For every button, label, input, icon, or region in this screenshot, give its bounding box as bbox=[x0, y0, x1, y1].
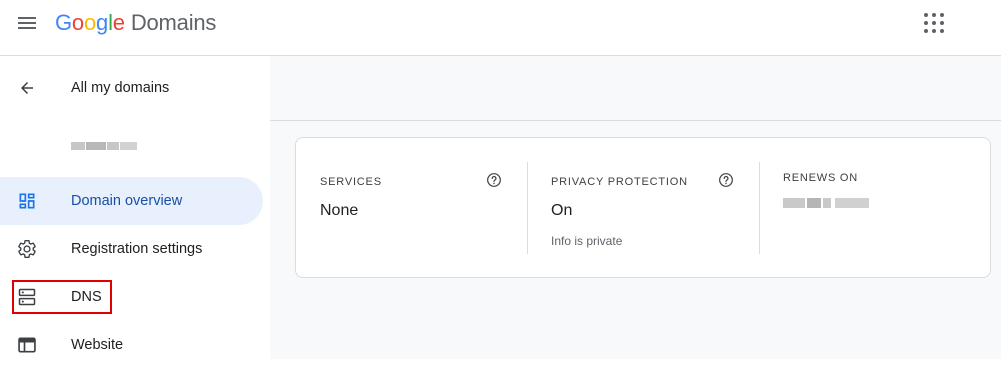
hamburger-menu-icon[interactable] bbox=[16, 14, 38, 32]
privacy-label: PRIVACY PROTECTION bbox=[551, 176, 688, 188]
logo-letter: g bbox=[96, 10, 109, 35]
privacy-value: On bbox=[551, 202, 573, 219]
section-divider bbox=[527, 162, 528, 254]
logo-letter: o bbox=[83, 10, 97, 35]
domain-overview-card: SERVICES None PRIVACY PROTECTION On Info… bbox=[295, 137, 991, 278]
main-area: All my domains Domain overview Registrat… bbox=[0, 56, 1001, 359]
privacy-section: PRIVACY PROTECTION On Info is private bbox=[551, 162, 737, 254]
help-icon[interactable] bbox=[718, 172, 734, 188]
nav-label: DNS bbox=[71, 289, 102, 305]
nav-domain-overview[interactable]: Domain overview bbox=[0, 177, 263, 225]
arrow-back-icon[interactable] bbox=[18, 79, 36, 97]
product-name: Domains bbox=[130, 10, 217, 35]
all-my-domains-link[interactable]: All my domains bbox=[71, 79, 169, 97]
nav-registration-settings[interactable]: Registration settings bbox=[0, 225, 263, 273]
nav-label: Registration settings bbox=[71, 241, 203, 257]
sidebar: All my domains Domain overview Registrat… bbox=[0, 56, 270, 359]
dashboard-icon bbox=[19, 193, 35, 209]
nav-label: Domain overview bbox=[71, 193, 183, 209]
renews-section: RENEWS ON bbox=[783, 162, 969, 254]
logo-letter: G bbox=[55, 10, 72, 35]
domain-name-redacted bbox=[71, 139, 137, 153]
google-domains-logo[interactable]: Google Domains bbox=[55, 9, 216, 37]
help-icon[interactable] bbox=[486, 172, 502, 188]
dns-server-icon bbox=[18, 288, 36, 306]
nav-label: Website bbox=[71, 337, 124, 353]
gear-icon bbox=[18, 240, 36, 258]
renews-label: RENEWS ON bbox=[783, 172, 859, 184]
services-section: SERVICES None bbox=[320, 162, 506, 254]
content-divider bbox=[270, 120, 1001, 121]
section-divider bbox=[759, 162, 760, 254]
services-value: None bbox=[320, 202, 359, 219]
google-apps-icon[interactable] bbox=[924, 13, 944, 33]
web-icon bbox=[18, 337, 36, 353]
top-app-bar: Google Domains bbox=[0, 0, 1001, 56]
back-to-domains-row[interactable]: All my domains bbox=[0, 56, 270, 120]
nav-website[interactable]: Website bbox=[0, 321, 263, 369]
logo-letter: e bbox=[112, 10, 125, 35]
privacy-subtext: Info is private bbox=[551, 234, 623, 248]
renewal-date-redacted bbox=[783, 194, 869, 212]
nav-dns[interactable]: DNS bbox=[0, 273, 263, 321]
logo-letter: o bbox=[71, 10, 84, 35]
services-label: SERVICES bbox=[320, 176, 382, 188]
